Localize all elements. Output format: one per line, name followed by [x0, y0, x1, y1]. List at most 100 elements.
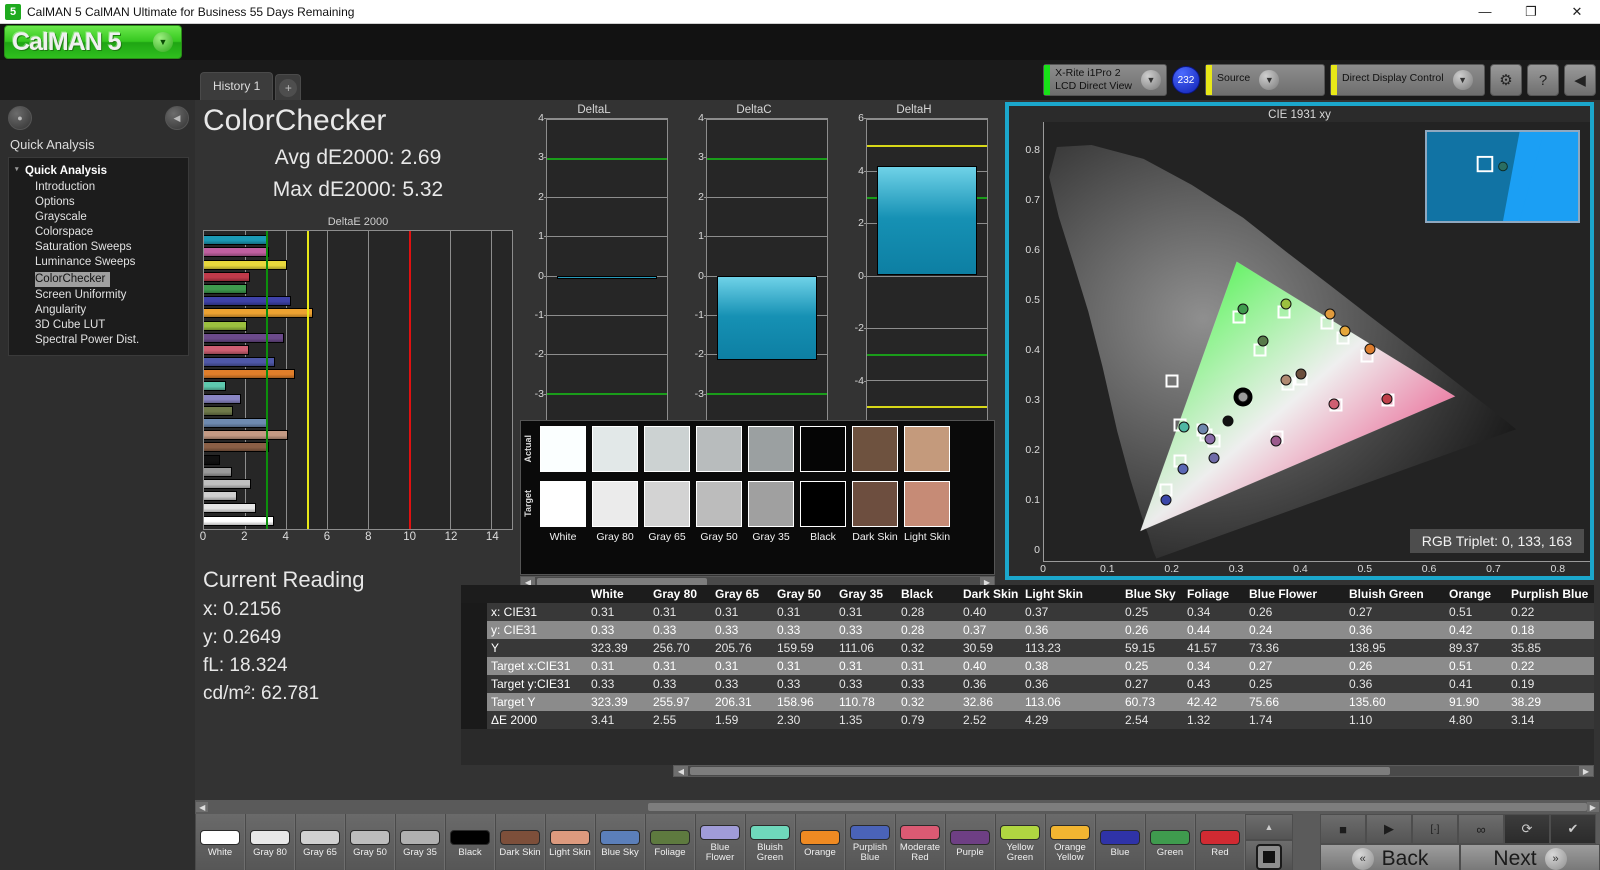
back-button[interactable]: « Back: [1320, 844, 1460, 870]
patch-button-white[interactable]: White: [195, 814, 245, 870]
source-selector[interactable]: Source ▼: [1205, 64, 1325, 96]
close-icon[interactable]: ✕: [1554, 0, 1600, 24]
settings-button[interactable]: ⚙: [1490, 64, 1522, 96]
sidebar-item-luminance-sweeps[interactable]: Luminance Sweeps: [13, 254, 184, 269]
cie-plot-area[interactable]: RGB Triplet: 0, 133, 163: [1043, 122, 1590, 562]
sidebar-item-colorchecker[interactable]: ColorChecker: [35, 271, 111, 287]
calman-logo[interactable]: CalMAN 5 ▼: [4, 25, 182, 59]
sidebar-item-colorspace[interactable]: Colorspace: [13, 224, 184, 239]
confirm-button[interactable]: ✔: [1550, 814, 1596, 844]
y-tick: -2: [694, 348, 709, 361]
pattern-stop-control[interactable]: ▲: [1245, 814, 1293, 870]
patch-button-foliage[interactable]: Foliage: [645, 814, 695, 870]
tree-root-quick-analysis[interactable]: Quick Analysis: [13, 163, 184, 179]
scroll-right-icon[interactable]: ▶: [1579, 766, 1593, 776]
sidebar-item-spectral-power-dist[interactable]: Spectral Power Dist.: [13, 332, 184, 347]
cie-measured-marker: [1222, 415, 1234, 427]
patch-button-blue-sky[interactable]: Blue Sky: [595, 814, 645, 870]
patch-button-dark-skin[interactable]: Dark Skin: [495, 814, 545, 870]
minimize-icon[interactable]: —: [1462, 0, 1508, 24]
tab-history-1[interactable]: History 1: [200, 72, 274, 100]
scroll-thumb[interactable]: [648, 803, 1587, 811]
help-button[interactable]: ?: [1527, 64, 1559, 96]
scroll-right-icon[interactable]: ▶: [1586, 802, 1599, 812]
cie-chart-panel[interactable]: CIE 1931 xy 0 0.1 0.2 0.3 0.4 0.5 0.6 0.7 0.8 RG…: [1005, 102, 1594, 580]
table-column-header[interactable]: Gray 50: [773, 585, 835, 603]
chevron-down-icon[interactable]: ▼: [1141, 70, 1161, 90]
table-hscrollbar[interactable]: ◀ ▶: [673, 765, 1594, 777]
patch-button-gray-65[interactable]: Gray 65: [295, 814, 345, 870]
refresh-button[interactable]: ⟳: [1504, 814, 1550, 844]
sidebar-item-angularity[interactable]: Angularity: [13, 302, 184, 317]
collapse-toolbar-button[interactable]: ◀: [1564, 64, 1596, 96]
stop-button[interactable]: ■: [1320, 814, 1366, 844]
table-cell: 0.24: [1249, 623, 1273, 637]
next-button[interactable]: Next »: [1460, 844, 1600, 870]
patch-button-green[interactable]: Green: [1145, 814, 1195, 870]
patch-button-purple[interactable]: Purple: [945, 814, 995, 870]
scroll-left-icon[interactable]: ◀: [196, 802, 209, 812]
chevron-down-icon[interactable]: ▼: [153, 32, 173, 52]
y-tick: -2: [534, 348, 549, 361]
patch-button-orange[interactable]: Orange: [795, 814, 845, 870]
record-icon[interactable]: ●: [8, 106, 32, 130]
expand-up-button[interactable]: ▲: [1245, 814, 1293, 840]
patch-button-blue-flower[interactable]: Blue Flower: [695, 814, 745, 870]
table-column-header[interactable]: Blue Sky: [1121, 585, 1183, 603]
row-marker: [461, 693, 487, 711]
maximize-icon[interactable]: ❐: [1508, 0, 1554, 24]
table-column-header[interactable]: Dark Skin: [959, 585, 1021, 603]
patch-button-orange-yellow[interactable]: Orange Yellow: [1045, 814, 1095, 870]
scroll-left-icon[interactable]: ◀: [674, 766, 688, 776]
patch-button-light-skin[interactable]: Light Skin: [545, 814, 595, 870]
triangle-up-icon: ▲: [1264, 822, 1274, 832]
swatch-bar-hscrollbar[interactable]: ◀ ▶: [195, 800, 1600, 814]
patch-button-moderate-red[interactable]: Moderate Red: [895, 814, 945, 870]
table-column-header[interactable]: Gray 35: [835, 585, 897, 603]
chevron-down-icon[interactable]: ▼: [1452, 70, 1473, 90]
table-column-header[interactable]: Gray 80: [649, 585, 711, 603]
table-column-header[interactable]: Light Skin: [1021, 585, 1121, 603]
sidebar-item-screen-uniformity[interactable]: Screen Uniformity: [13, 287, 184, 302]
meter-selector[interactable]: X-Rite i1Pro 2 LCD Direct View ▼: [1043, 64, 1167, 96]
patch-button-red[interactable]: Red: [1195, 814, 1245, 870]
sidebar-item-saturation-sweeps[interactable]: Saturation Sweeps: [13, 239, 184, 254]
table-cell: 0.25: [1249, 677, 1273, 691]
play-button[interactable]: ▶: [1366, 814, 1412, 844]
scroll-thumb[interactable]: [690, 767, 1390, 775]
gridline: [547, 236, 667, 238]
table-cell: 0.33: [715, 623, 739, 637]
add-tab-button[interactable]: +: [275, 74, 302, 100]
patch-button-yellow-green[interactable]: Yellow Green: [995, 814, 1045, 870]
table-column-header[interactable]: Foliage: [1183, 585, 1245, 603]
sidebar-item-options[interactable]: Options: [13, 194, 184, 209]
table-column-header[interactable]: White: [587, 585, 649, 603]
cie-x-tick: 0.5: [1357, 563, 1373, 575]
table-column-header[interactable]: Gray 65: [711, 585, 773, 603]
patch-button-gray-80[interactable]: Gray 80: [245, 814, 295, 870]
display-control-selector[interactable]: Direct Display Control ▼: [1330, 64, 1485, 96]
row-label: x: CIE31: [491, 605, 538, 619]
patch-button-black[interactable]: Black: [445, 814, 495, 870]
x-tick: 0: [199, 531, 207, 543]
table-column-header[interactable]: Purplish Blue: [1507, 585, 1594, 603]
patch-button-bluish-green[interactable]: Bluish Green: [745, 814, 795, 870]
table-column-header[interactable]: Bluish Green: [1345, 585, 1445, 603]
table-column-header[interactable]: Orange: [1445, 585, 1507, 603]
patch-button-gray-35[interactable]: Gray 35: [395, 814, 445, 870]
patch-button-blue[interactable]: Blue: [1095, 814, 1145, 870]
sidebar-item-introduction[interactable]: Introduction: [13, 179, 184, 194]
measure-range-button[interactable]: [·]: [1412, 814, 1458, 844]
chevron-down-icon[interactable]: ▼: [1259, 70, 1280, 90]
table-column-header[interactable]: Black: [897, 585, 959, 603]
sidebar-item-3d-cube-lut[interactable]: 3D Cube LUT: [13, 317, 184, 332]
swatch-row-actual: Actual: [521, 421, 994, 476]
sidebar-item-grayscale[interactable]: Grayscale: [13, 209, 184, 224]
patch-button-purplish-blue[interactable]: Purplish Blue: [845, 814, 895, 870]
patch-button-gray-50[interactable]: Gray 50: [345, 814, 395, 870]
continuous-button[interactable]: ∞: [1458, 814, 1504, 844]
measurement-table-wrapper[interactable]: White Gray 80 Gray 65 Gray 50 Gray 35 Black Da…: [461, 585, 1594, 765]
table-column-header[interactable]: Blue Flower: [1245, 585, 1345, 603]
sidebar-collapse-icon[interactable]: ◀: [165, 106, 189, 130]
stop-pattern-button[interactable]: [1245, 840, 1293, 870]
